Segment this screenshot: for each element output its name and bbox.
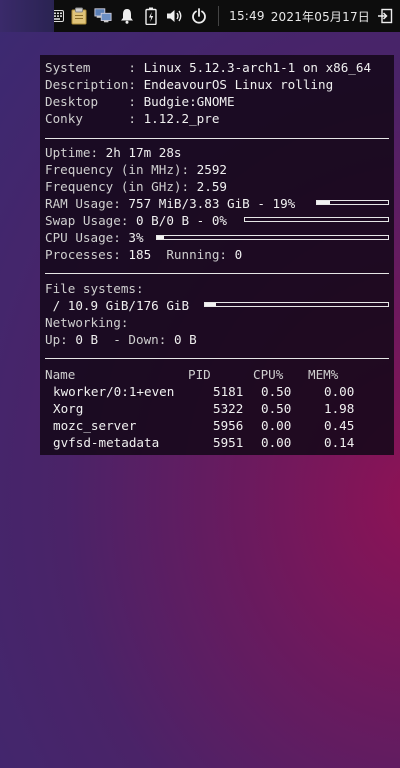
proc-mem: 1.98	[324, 401, 355, 416]
desktop-value: Budgie:GNOME	[143, 94, 235, 109]
divider	[45, 273, 389, 274]
system-tray: 15:49 2021年05月17日	[46, 6, 394, 26]
net-heading: Networking:	[45, 315, 129, 330]
description-label: Description:	[45, 77, 136, 92]
swap-line: Swap Usage: 0 B/0 B - 0%	[45, 212, 227, 229]
processes-value: 185	[128, 247, 152, 262]
swap-value: 0 B/0 B - 0%	[136, 213, 227, 228]
conky-version-label: Conky :	[45, 111, 136, 126]
battery-icon	[142, 7, 160, 25]
up-label: Up:	[45, 332, 68, 347]
uptime-line: Uptime: 2h 17m 28s	[45, 144, 182, 161]
proc-pid: 5181	[213, 384, 244, 399]
desktop-line: Desktop : Budgie:GNOME	[45, 93, 235, 110]
freq-mhz-line: Frequency (in MHz): 2592	[45, 161, 227, 178]
uptime-value: 2h 17m 28s	[105, 145, 182, 160]
logout-icon[interactable]	[376, 7, 394, 25]
power-icon[interactable]	[190, 7, 208, 25]
cpu-value: 3%	[128, 230, 144, 245]
divider	[45, 138, 389, 139]
col-header-name: Name	[45, 367, 76, 382]
top-panel: 15:49 2021年05月17日	[0, 0, 400, 32]
proc-mem: 0.14	[324, 435, 355, 450]
cpu-usage-fill	[157, 236, 164, 239]
freq-mhz-value: 2592	[196, 162, 227, 177]
ram-label: RAM Usage:	[45, 196, 121, 211]
processes-label: Processes:	[45, 247, 121, 262]
up-value: 0 B	[75, 332, 99, 347]
description-value: EndeavourOS Linux rolling	[143, 77, 334, 92]
notification-bell-icon[interactable]	[118, 7, 136, 25]
conky-version-value: 1.12.2_pre	[143, 111, 220, 126]
down-value: 0 B	[173, 332, 197, 347]
ram-usage-bar	[316, 200, 389, 205]
proc-cpu: 0.00	[261, 418, 292, 433]
divider	[45, 358, 389, 359]
panel-separator	[218, 6, 220, 26]
cpu-label: CPU Usage:	[45, 230, 121, 245]
proc-pid: 5956	[213, 418, 244, 433]
cpu-line: CPU Usage: 3%	[45, 229, 144, 246]
proc-name: kworker/0:1+even	[53, 384, 175, 399]
freq-ghz-value: 2.59	[196, 179, 227, 194]
down-label: - Down:	[113, 332, 167, 347]
freq-mhz-label: Frequency (in MHz):	[45, 162, 190, 177]
fs-heading: File systems:	[45, 281, 144, 296]
running-label: Running:	[166, 247, 228, 262]
network-icon[interactable]	[94, 7, 112, 25]
col-header-mem: MEM%	[308, 367, 339, 382]
proc-pid: 5951	[213, 435, 244, 450]
desktop-label: Desktop :	[45, 94, 136, 109]
system-label: System :	[45, 60, 136, 75]
description-line: Description: EndeavourOS Linux rolling	[45, 76, 333, 93]
cpu-usage-bar	[156, 235, 389, 240]
proc-pid: 5322	[213, 401, 244, 416]
swap-label: Swap Usage:	[45, 213, 129, 228]
fs-root-fill	[205, 303, 216, 306]
proc-name: mozc_server	[53, 418, 137, 433]
clipboard-icon[interactable]	[70, 7, 88, 25]
proc-mem: 0.45	[324, 418, 355, 433]
net-line: Up: 0 B - Down: 0 B	[45, 331, 197, 348]
uptime-label: Uptime:	[45, 145, 99, 160]
proc-name: Xorg	[53, 401, 84, 416]
clock-time[interactable]: 15:49	[229, 9, 265, 23]
proc-cpu: 0.50	[261, 384, 292, 399]
freq-ghz-line: Frequency (in GHz): 2.59	[45, 178, 227, 195]
ram-value: 757 MiB/3.83 GiB - 19%	[128, 196, 296, 211]
col-header-cpu: CPU%	[253, 367, 284, 382]
system-line: System : Linux 5.12.3-arch1-1 on x86_64	[45, 59, 371, 76]
system-value: Linux 5.12.3-arch1-1 on x86_64	[143, 60, 372, 75]
freq-ghz-label: Frequency (in GHz):	[45, 179, 190, 194]
processes-line: Processes: 185 Running: 0	[45, 246, 242, 263]
swap-usage-bar	[244, 217, 389, 222]
proc-cpu: 0.50	[261, 401, 292, 416]
proc-name: gvfsd-metadata	[53, 435, 160, 450]
running-value: 0	[234, 247, 243, 262]
ram-usage-fill	[317, 201, 331, 204]
conky-widget: System : Linux 5.12.3-arch1-1 on x86_64 …	[40, 55, 394, 455]
fs-root-line: / 10.9 GiB/176 GiB	[45, 298, 190, 313]
clock-date[interactable]: 2021年05月17日	[271, 8, 370, 25]
volume-icon[interactable]	[166, 7, 184, 25]
col-header-pid: PID	[188, 367, 211, 382]
conky-version-line: Conky : 1.12.2_pre	[45, 110, 219, 127]
proc-cpu: 0.00	[261, 435, 292, 450]
proc-mem: 0.00	[324, 384, 355, 399]
panel-left-gradient	[0, 0, 54, 32]
fs-root-bar	[204, 302, 389, 307]
ram-line: RAM Usage: 757 MiB/3.83 GiB - 19%	[45, 195, 295, 212]
